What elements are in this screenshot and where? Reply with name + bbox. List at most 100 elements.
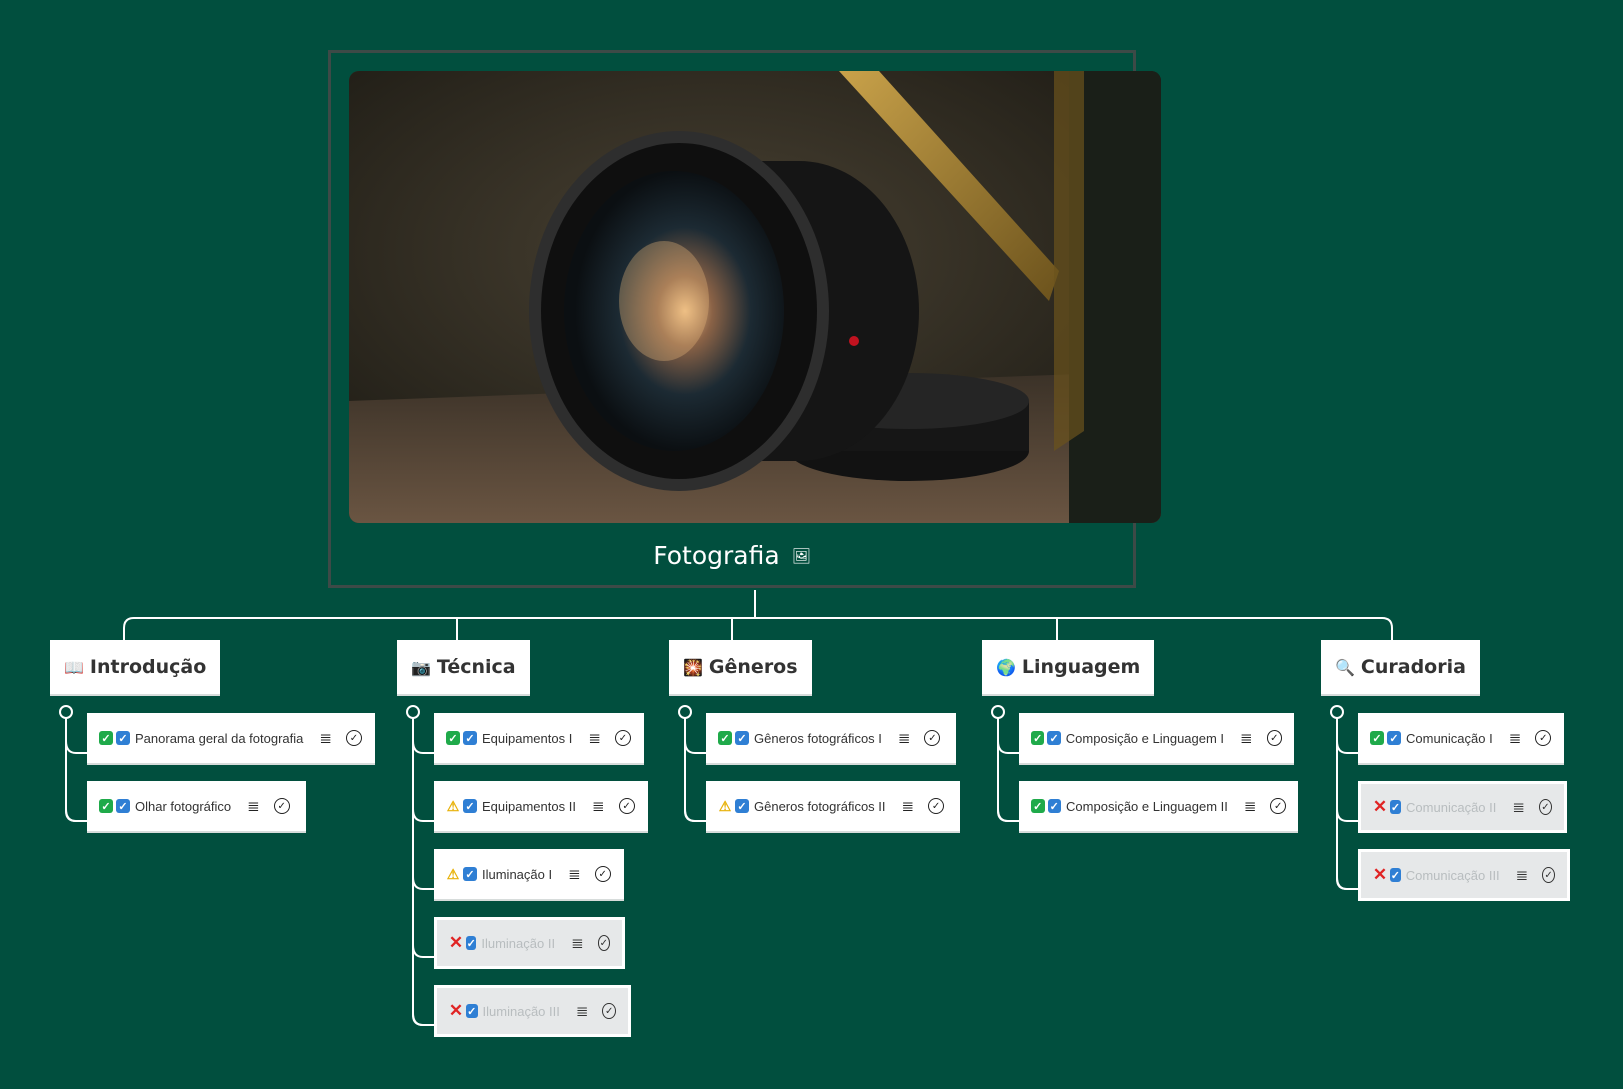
- connector-line: [684, 718, 696, 822]
- complete-icon[interactable]: ✓: [1270, 798, 1286, 814]
- connector-line: [684, 740, 706, 754]
- lesson-label: Olhar fotográfico: [135, 798, 232, 814]
- lesson-node[interactable]: ✓ ✓ Panorama geral da fotografia ≣ ✓: [87, 713, 375, 765]
- check-mark-icon: ✓: [99, 731, 113, 745]
- complete-icon[interactable]: ✓: [1542, 867, 1555, 883]
- lesson-node[interactable]: ✕ ✓ Iluminação III ≣ ✓: [434, 985, 631, 1037]
- branch-tecnica[interactable]: 📷 Técnica: [397, 640, 530, 696]
- checkbox-icon[interactable]: ✓: [463, 867, 477, 881]
- branch-title: Introdução: [89, 656, 207, 678]
- notes-icon[interactable]: ≣: [319, 729, 332, 747]
- lesson-node[interactable]: ✓ ✓ Olhar fotográfico ≣ ✓: [87, 781, 306, 833]
- complete-icon[interactable]: ✓: [594, 866, 611, 882]
- branch-icon: 🌍: [996, 657, 1016, 677]
- complete-icon[interactable]: ✓: [618, 798, 635, 814]
- lesson-node[interactable]: ⚠ ✓ Equipamentos II ≣ ✓: [434, 781, 648, 833]
- checkbox-icon[interactable]: ✓: [735, 799, 749, 813]
- connector-line: [1336, 718, 1348, 890]
- branch-title: Gêneros: [708, 656, 798, 678]
- branch-linguagem[interactable]: 🌍 Linguagem: [982, 640, 1155, 696]
- lesson-node[interactable]: ✓ ✓ Equipamentos I ≣ ✓: [434, 713, 644, 765]
- notes-icon[interactable]: ≣: [902, 797, 915, 815]
- notes-icon[interactable]: ≣: [1512, 798, 1525, 816]
- lesson-label: Iluminação I: [482, 866, 553, 882]
- complete-icon[interactable]: ✓: [928, 798, 945, 814]
- branch-curadoria[interactable]: 🔍 Curadoria: [1321, 640, 1480, 696]
- branch-generos[interactable]: 🎇 Gêneros: [669, 640, 812, 696]
- root-title: Fotografia: [653, 541, 780, 570]
- lesson-label: Iluminação II: [481, 935, 556, 951]
- collapse-toggle[interactable]: [1330, 705, 1344, 719]
- connector-line: [412, 718, 424, 1026]
- check-mark-icon: ✓: [1031, 731, 1045, 745]
- notes-icon[interactable]: ≣: [592, 797, 605, 815]
- warning-icon: ⚠: [718, 797, 732, 814]
- checkbox-icon[interactable]: ✓: [1047, 731, 1061, 745]
- complete-icon[interactable]: ✓: [597, 935, 610, 951]
- collapse-toggle[interactable]: [59, 705, 73, 719]
- connector-line: [997, 808, 1019, 822]
- lesson-node[interactable]: ✓ ✓ Comunicação I ≣ ✓: [1358, 713, 1564, 765]
- notes-icon[interactable]: ≣: [588, 729, 601, 747]
- image-icon[interactable]: 🖼: [792, 547, 811, 565]
- lesson-node[interactable]: ⚠ ✓ Iluminação I ≣ ✓: [434, 849, 624, 901]
- connector-line: [997, 718, 1009, 822]
- complete-icon[interactable]: ✓: [345, 730, 362, 746]
- branch-icon: 📷: [411, 657, 431, 677]
- lesson-node[interactable]: ✓ ✓ Composição e Linguagem II ≣ ✓: [1019, 781, 1298, 833]
- complete-icon[interactable]: ✓: [1535, 730, 1552, 746]
- connector-line: [412, 1012, 434, 1026]
- notes-icon[interactable]: ≣: [1240, 729, 1253, 747]
- checkbox-icon[interactable]: ✓: [1387, 731, 1401, 745]
- notes-icon[interactable]: ≣: [1244, 797, 1257, 815]
- checkbox-icon[interactable]: ✓: [1390, 868, 1401, 882]
- notes-icon[interactable]: ≣: [1509, 729, 1522, 747]
- checkbox-icon[interactable]: ✓: [463, 799, 477, 813]
- notes-icon[interactable]: ≣: [571, 934, 584, 952]
- complete-icon[interactable]: ✓: [924, 730, 941, 746]
- checkbox-icon[interactable]: ✓: [466, 936, 477, 950]
- lesson-label: Gêneros fotográficos I: [754, 730, 882, 746]
- checkbox-icon[interactable]: ✓: [735, 731, 749, 745]
- camera-lens-image: [349, 71, 1161, 523]
- lesson-node[interactable]: ✕ ✓ Comunicação III ≣ ✓: [1358, 849, 1570, 901]
- check-mark-icon: ✓: [446, 731, 460, 745]
- checkbox-icon[interactable]: ✓: [1390, 800, 1402, 814]
- notes-icon[interactable]: ≣: [898, 729, 911, 747]
- checkbox-icon[interactable]: ✓: [116, 731, 130, 745]
- lesson-node[interactable]: ✕ ✓ Comunicação II ≣ ✓: [1358, 781, 1567, 833]
- lesson-label: Equipamentos I: [482, 730, 573, 746]
- complete-icon[interactable]: ✓: [1266, 730, 1283, 746]
- complete-icon[interactable]: ✓: [614, 730, 631, 746]
- connector-line: [65, 808, 87, 822]
- complete-icon[interactable]: ✓: [1538, 799, 1552, 815]
- notes-icon[interactable]: ≣: [247, 797, 260, 815]
- lesson-node[interactable]: ✓ ✓ Composição e Linguagem I ≣ ✓: [1019, 713, 1294, 765]
- lesson-node[interactable]: ✕ ✓ Iluminação II ≣ ✓: [434, 917, 625, 969]
- branch-introducao[interactable]: 📖 Introdução: [50, 640, 221, 696]
- collapse-toggle[interactable]: [991, 705, 1005, 719]
- notes-icon[interactable]: ≣: [1516, 866, 1529, 884]
- collapse-toggle[interactable]: [678, 705, 692, 719]
- check-mark-icon: ✓: [99, 799, 113, 813]
- checkbox-icon[interactable]: ✓: [116, 799, 130, 813]
- lesson-label: Equipamentos II: [482, 798, 576, 814]
- complete-icon[interactable]: ✓: [273, 798, 290, 814]
- warning-icon: ⚠: [446, 797, 460, 814]
- checkbox-icon[interactable]: ✓: [1047, 799, 1062, 813]
- checkbox-icon[interactable]: ✓: [463, 731, 477, 745]
- lesson-node[interactable]: ✓ ✓ Gêneros fotográficos I ≣ ✓: [706, 713, 956, 765]
- branch-icon: 🔍: [1335, 657, 1355, 677]
- lesson-label: Composição e Linguagem I: [1065, 730, 1225, 746]
- notes-icon[interactable]: ≣: [568, 865, 581, 883]
- connector-line: [1336, 876, 1358, 890]
- lesson-label: Iluminação III: [482, 1003, 560, 1019]
- notes-icon[interactable]: ≣: [576, 1002, 589, 1020]
- lesson-node[interactable]: ⚠ ✓ Gêneros fotográficos II ≣ ✓: [706, 781, 960, 833]
- checkbox-icon[interactable]: ✓: [466, 1004, 478, 1018]
- complete-icon[interactable]: ✓: [602, 1003, 616, 1019]
- root-topic[interactable]: Fotografia 🖼: [328, 50, 1161, 588]
- cross-icon: ✕: [1372, 865, 1388, 884]
- lesson-label: Gêneros fotográficos II: [754, 798, 886, 814]
- collapse-toggle[interactable]: [406, 705, 420, 719]
